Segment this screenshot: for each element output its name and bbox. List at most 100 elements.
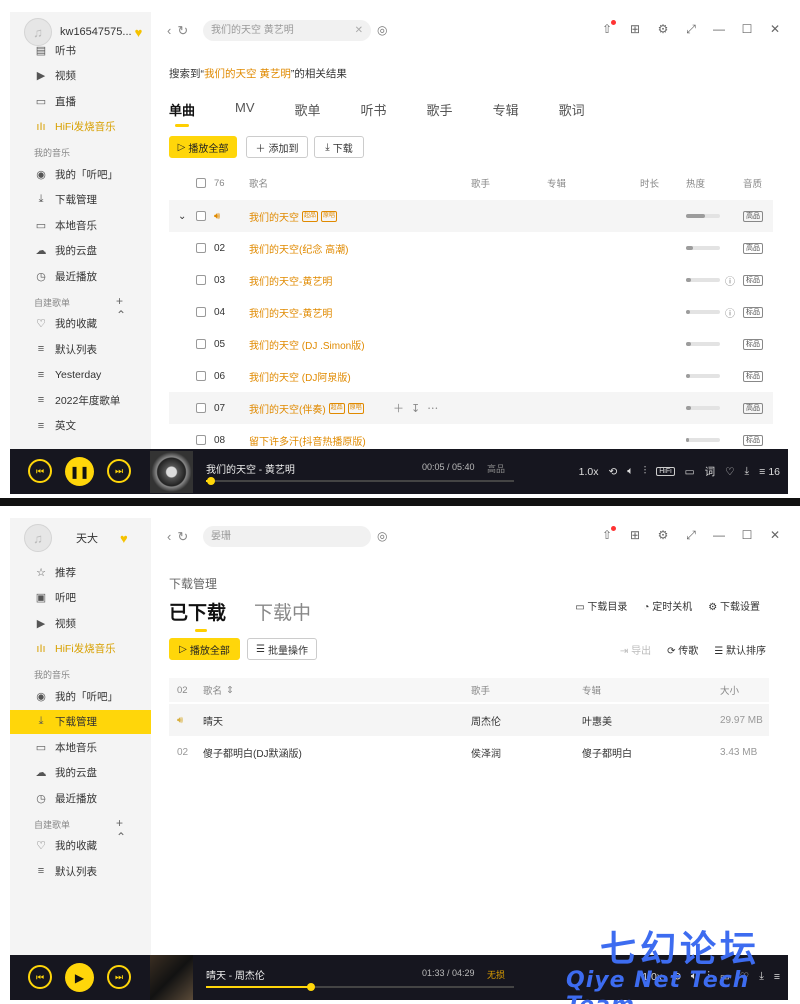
sidebar-item-my-4[interactable]: ◷ 最近播放 <box>10 264 151 288</box>
shutdown-timer-button[interactable]: ◔ 定时关机 <box>643 598 692 613</box>
row-checkbox[interactable] <box>196 435 206 445</box>
header-title[interactable]: 歌名 <box>249 170 268 196</box>
header-title[interactable]: 歌名 ⇕ <box>203 678 234 702</box>
back-forward-icons[interactable]: ‹↻ <box>167 529 194 545</box>
sidebar-item-top-3[interactable]: ıIı HiFi发烧音乐 <box>10 637 151 661</box>
expand-chevron-icon[interactable]: ⌄ <box>178 200 186 232</box>
user-name[interactable]: 天大 <box>76 530 98 546</box>
sidebar-item-my-1[interactable]: ⤓ 下载管理 <box>10 709 151 734</box>
now-playing-title[interactable]: 晴天 - 周杰伦 <box>206 967 265 982</box>
progress-handle[interactable] <box>206 477 215 485</box>
album-cover[interactable] <box>150 955 193 1000</box>
header-heat[interactable]: 热度 <box>686 170 705 196</box>
song-title-text[interactable]: 我们的天空-黄艺明 <box>249 273 332 288</box>
download-dir-button[interactable]: ▭ 下载目录 <box>575 598 627 613</box>
now-playing-title[interactable]: 我们的天空 - 黄艺明 <box>206 461 295 476</box>
sidebar-item-top-2[interactable]: ▭ 直播 <box>10 89 151 113</box>
batch-operation-button[interactable]: ☰ 批量操作 <box>247 638 317 660</box>
row-checkbox[interactable] <box>196 339 206 349</box>
song-title[interactable]: 留下许多汗(抖音热播原版) <box>249 424 366 449</box>
sidebar-item-pl-3[interactable]: ≡ 2022年度歌单 <box>10 388 151 412</box>
listen-recognize-icon[interactable]: ◎ <box>377 23 387 37</box>
progress-bar[interactable] <box>206 477 514 485</box>
table-row[interactable]: ⌄ 🔊︎ 我们的天空 超品 原唱 高品 <box>169 200 773 232</box>
header-album[interactable]: 专辑 <box>547 170 566 196</box>
hifi-button[interactable]: HiFi <box>656 467 675 476</box>
tab-playlists[interactable]: 歌单 <box>295 100 321 119</box>
vip-badge-icon[interactable]: ♥ <box>120 531 128 546</box>
tab-lyrics[interactable]: 歌词 <box>559 100 585 119</box>
song-title[interactable]: 我们的天空-黄艺明 <box>249 296 332 328</box>
maximize-icon[interactable]: ☐ <box>740 528 754 543</box>
comment-icon[interactable]: ▭ <box>685 466 695 478</box>
info-icon[interactable]: ⓘ <box>725 305 735 320</box>
transfer-button[interactable]: ⟳ 传歌 <box>667 642 698 657</box>
download-row[interactable]: 🔊︎ 晴天 周杰伦 叶惠美 29.97 MB <box>169 704 769 736</box>
user-name[interactable]: kw16547575... <box>60 26 132 38</box>
song-title[interactable]: 我们的天空-黄艺明 <box>249 264 332 296</box>
play-all-button[interactable]: ▷ 播放全部 <box>169 136 237 158</box>
close-icon[interactable]: ✕ <box>768 22 782 37</box>
heart-icon[interactable]: ♡ <box>725 466 734 478</box>
download-button[interactable]: ⤓ 下载 <box>314 136 364 158</box>
row-checkbox[interactable] <box>196 403 206 413</box>
sidebar-item-my-1[interactable]: ⤓ 下载管理 <box>10 188 151 212</box>
header-album[interactable]: 专辑 <box>582 678 601 702</box>
sidebar-item-my-4[interactable]: ◷ 最近播放 <box>10 786 151 810</box>
pause-button[interactable]: ❚❚ <box>65 457 94 486</box>
play-all-button[interactable]: ▷ 播放全部 <box>169 638 240 660</box>
minimize-icon[interactable]: — <box>712 528 726 543</box>
row-checkbox[interactable] <box>196 307 206 317</box>
header-artist[interactable]: 歌手 <box>471 678 490 702</box>
restore-icon[interactable]: ⤢ <box>684 22 698 37</box>
sidebar-item-pl-4[interactable]: ≡ 英文 <box>10 414 151 438</box>
tab-audiobooks[interactable]: 听书 <box>361 100 387 119</box>
table-row[interactable]: 04 我们的天空-黄艺明 ⓘ 标品 <box>169 296 773 328</box>
sidebar-item-top-2[interactable]: ▶ 视频 <box>10 611 151 635</box>
settings-icon[interactable]: ⚙ <box>656 22 670 37</box>
tab-songs[interactable]: 单曲 <box>169 100 195 127</box>
song-title[interactable]: 我们的天空 超品 原唱 <box>249 200 338 232</box>
volume-icon[interactable]: 🔈︎ <box>627 465 633 478</box>
row-checkbox[interactable] <box>196 275 206 285</box>
download-row[interactable]: 02 傻子都明白(DJ默涵版) 侯泽润 傻子都明白 3.43 MB <box>169 736 769 768</box>
header-artist[interactable]: 歌手 <box>471 170 490 196</box>
skin-icon[interactable]: ⇧ <box>600 20 616 37</box>
header-duration[interactable]: 时长 <box>640 170 659 196</box>
song-title[interactable]: 我们的天空 (DJ .Simon版) <box>249 328 365 360</box>
song-title-text[interactable]: 我们的天空-黄艺明 <box>249 305 332 320</box>
song-album[interactable]: 叶惠美 <box>582 704 612 736</box>
header-quality[interactable]: 音质 <box>743 170 762 196</box>
song-title[interactable]: 晴天 <box>203 704 223 736</box>
sidebar-item-top-1[interactable]: ▶ 视频 <box>10 64 151 88</box>
sidebar-item-top-0[interactable]: ☆ 推荐 <box>10 560 151 584</box>
song-title[interactable]: 我们的天空(伴奏) 超品 原唱 <box>249 392 364 424</box>
song-title-text[interactable]: 我们的天空(纪念 高潮) <box>249 241 348 256</box>
close-icon[interactable]: ✕ <box>768 528 782 543</box>
sidebar-item-pl-0[interactable]: ♡ 我的收藏 <box>10 834 151 858</box>
prev-icon[interactable]: ⏮ <box>28 459 52 483</box>
album-cover[interactable] <box>150 451 193 493</box>
lyric-button[interactable]: 词 <box>705 464 716 479</box>
sidebar-item-my-3[interactable]: ☁ 我的云盘 <box>10 239 151 263</box>
tab-downloaded[interactable]: 已下载 <box>169 598 226 632</box>
speed-button[interactable]: 1.0x <box>579 466 599 478</box>
table-row[interactable]: 02 我们的天空(纪念 高潮) 高品 <box>169 232 773 264</box>
sidebar-item-top-1[interactable]: ▣ 听吧 <box>10 586 151 610</box>
sidebar-item-pl-0[interactable]: ♡ 我的收藏 <box>10 312 151 336</box>
song-artist[interactable]: 周杰伦 <box>471 704 501 736</box>
tab-downloading[interactable]: 下载中 <box>254 598 311 625</box>
table-row[interactable]: 08 留下许多汗(抖音热播原版) 标品 <box>169 424 773 449</box>
song-title[interactable]: 我们的天空(纪念 高潮) <box>249 232 348 264</box>
table-row[interactable]: 05 我们的天空 (DJ .Simon版) 标品 <box>169 328 773 360</box>
prev-icon[interactable]: ⏮ <box>28 965 52 989</box>
song-title[interactable]: 傻子都明白(DJ默涵版) <box>203 736 302 768</box>
download-settings-button[interactable]: ⚙ 下载设置 <box>708 598 760 613</box>
song-title-text[interactable]: 我们的天空 (DJ .Simon版) <box>249 337 365 352</box>
song-title-text[interactable]: 我们的天空 <box>249 209 299 224</box>
download-icon[interactable]: ⤓ <box>745 465 750 478</box>
export-button[interactable]: ⇥ 导出 <box>620 642 651 657</box>
sidebar-item-my-2[interactable]: ▭ 本地音乐 <box>10 735 151 759</box>
mini-mode-icon[interactable]: ⊞ <box>628 22 642 37</box>
clear-search-icon[interactable]: ✕ <box>355 20 363 41</box>
